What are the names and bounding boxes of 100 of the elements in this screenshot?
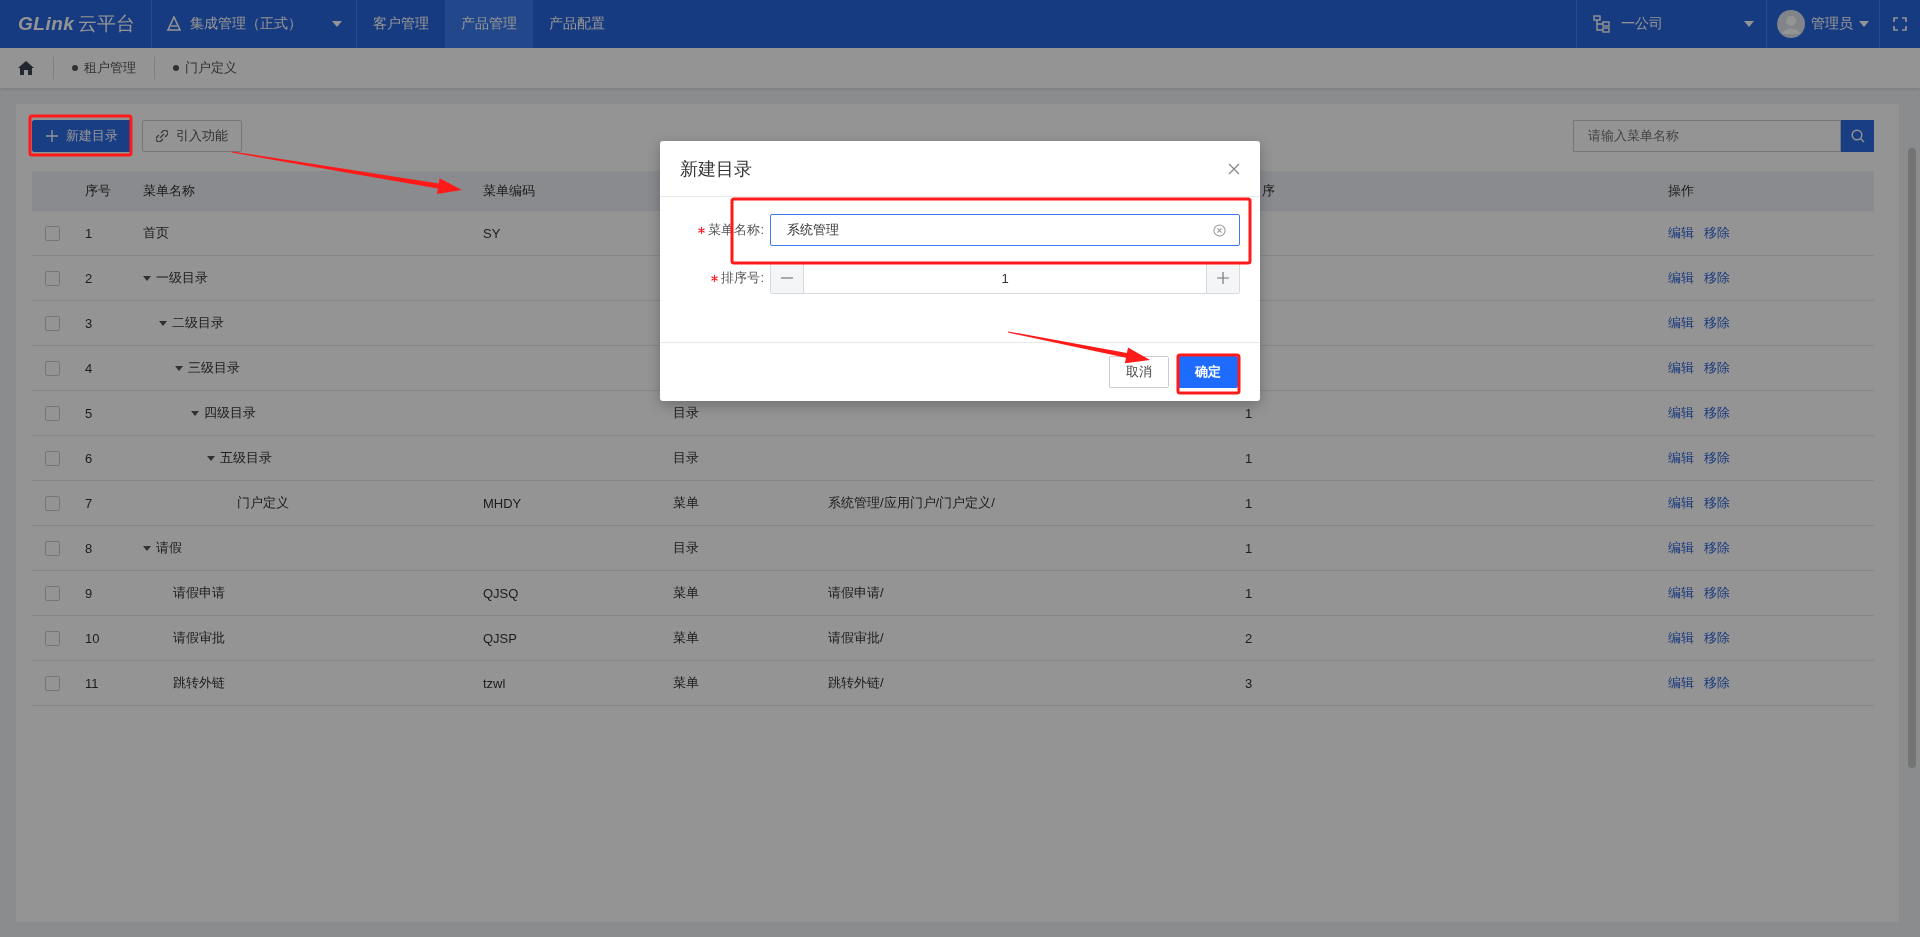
table-cell: 菜单 [673, 494, 699, 512]
link-icon [156, 129, 168, 142]
checkbox[interactable] [44, 405, 60, 421]
action-link[interactable]: 移除 [1704, 359, 1730, 377]
import-function-button[interactable]: 引入功能 [142, 119, 242, 152]
table-cell: MHDY [483, 495, 522, 511]
table-cell-text: 5 [84, 405, 94, 421]
table-cell: 五级目录 [220, 449, 272, 467]
table-cell: 请假审批 [173, 629, 225, 647]
breadcrumb-tab[interactable]: 门户定义 [154, 57, 255, 79]
nav-tab[interactable]: 产品管理 [445, 0, 534, 48]
nav-tab[interactable]: 产品配置 [533, 0, 622, 48]
expand-caret-icon[interactable] [191, 410, 199, 416]
table-cell: QJSP [483, 630, 517, 646]
checkbox[interactable] [44, 540, 60, 556]
logo-text: 云平台 [78, 12, 136, 36]
table-cell: 目录 [673, 404, 699, 422]
table-cell-text: 7 [84, 495, 94, 511]
confirm-button[interactable]: 确定 [1178, 356, 1238, 388]
caret-icon [332, 21, 343, 27]
checkbox[interactable] [44, 495, 60, 511]
table-cell: 请假 [156, 539, 182, 557]
home-icon[interactable] [17, 60, 35, 76]
expand-caret-icon[interactable] [207, 455, 215, 461]
action-link[interactable]: 编辑 [1668, 584, 1694, 602]
triangle-icon [166, 16, 183, 32]
avatar-icon [1777, 10, 1805, 38]
checkbox[interactable] [44, 675, 60, 691]
close-icon[interactable] [1228, 162, 1240, 175]
action-link[interactable]: 编辑 [1668, 404, 1694, 422]
expand-caret-icon[interactable] [159, 320, 167, 326]
table-cell: 三级目录 [188, 359, 240, 377]
action-link[interactable]: 移除 [1704, 269, 1730, 287]
table-cell: 请假申请/ [828, 584, 884, 602]
checkbox[interactable] [44, 585, 60, 601]
menu-name-field[interactable]: 系统管理 [770, 214, 1240, 246]
table-cell: 首页 [143, 224, 169, 242]
expand-caret-icon[interactable] [175, 365, 183, 371]
caret-icon [1859, 21, 1869, 27]
new-directory-button[interactable]: 新建目录 [32, 119, 132, 152]
search-field[interactable]: 请输入菜单名称 [1573, 119, 1841, 152]
table-cell: 1 [1245, 405, 1253, 421]
table-cell: 目录 [673, 449, 699, 467]
table-cell: 菜单 [673, 674, 699, 692]
scrollbar[interactable] [1908, 148, 1916, 768]
clear-icon[interactable] [1213, 223, 1226, 237]
action-link[interactable]: 编辑 [1668, 359, 1694, 377]
table-cell: 二级目录 [172, 314, 224, 332]
search-icon [1850, 128, 1865, 143]
action-link[interactable]: 编辑 [1668, 224, 1694, 242]
logo-text: GLink [18, 13, 75, 35]
action-link[interactable]: 移除 [1704, 449, 1730, 467]
table-cell: 1 [1245, 585, 1253, 601]
table-cell-text: 11 [84, 675, 100, 691]
checkbox[interactable] [44, 360, 60, 376]
table-cell-text: 1 [84, 225, 94, 241]
dialog-title: 新建目录 [680, 157, 752, 181]
action-link[interactable]: 移除 [1704, 629, 1730, 647]
field-label: 排序号: [721, 269, 764, 287]
column-header: 操作 [1667, 181, 1695, 200]
action-link[interactable]: 编辑 [1668, 494, 1694, 512]
table-cell: 1 [1245, 540, 1253, 556]
column-header: 菜单名称 [142, 181, 196, 200]
action-link[interactable]: 移除 [1704, 494, 1730, 512]
increase-button[interactable] [1207, 263, 1239, 293]
action-link[interactable]: 移除 [1704, 674, 1730, 692]
table-cell: 跳转外链/ [828, 674, 884, 692]
table-cell: tzwl [483, 675, 506, 691]
action-link[interactable]: 编辑 [1668, 629, 1694, 647]
minus-icon [781, 277, 793, 279]
action-link[interactable]: 移除 [1704, 314, 1730, 332]
action-link[interactable]: 编辑 [1668, 539, 1694, 557]
search-button[interactable] [1841, 119, 1874, 152]
table-cell: 跳转外链 [173, 674, 225, 692]
table-cell: 1 [1245, 495, 1253, 511]
action-link[interactable]: 编辑 [1668, 269, 1694, 287]
table-cell: 2 [1245, 630, 1253, 646]
table-cell: 请假申请 [173, 584, 225, 602]
checkbox[interactable] [44, 450, 60, 466]
expand-caret-icon[interactable] [143, 545, 151, 551]
breadcrumb-tab[interactable]: 租户管理 [53, 57, 154, 79]
column-header: 序 [1261, 181, 1276, 200]
action-link[interactable]: 移除 [1704, 584, 1730, 602]
action-link[interactable]: 移除 [1704, 539, 1730, 557]
action-link[interactable]: 编辑 [1668, 674, 1694, 692]
action-link[interactable]: 移除 [1704, 224, 1730, 242]
checkbox[interactable] [44, 270, 60, 286]
column-header: 序号 [84, 181, 112, 200]
checkbox[interactable] [44, 225, 60, 241]
checkbox[interactable] [44, 315, 60, 331]
checkbox[interactable] [44, 630, 60, 646]
cancel-button[interactable]: 取消 [1109, 356, 1169, 388]
table-cell: 3 [1245, 675, 1253, 691]
expand-caret-icon[interactable] [143, 275, 151, 281]
table-cell: 1 [1245, 450, 1253, 466]
action-link[interactable]: 编辑 [1668, 449, 1694, 467]
decrease-button[interactable] [771, 263, 803, 293]
action-link[interactable]: 编辑 [1668, 314, 1694, 332]
action-link[interactable]: 移除 [1704, 404, 1730, 422]
caret-icon [1744, 21, 1754, 27]
